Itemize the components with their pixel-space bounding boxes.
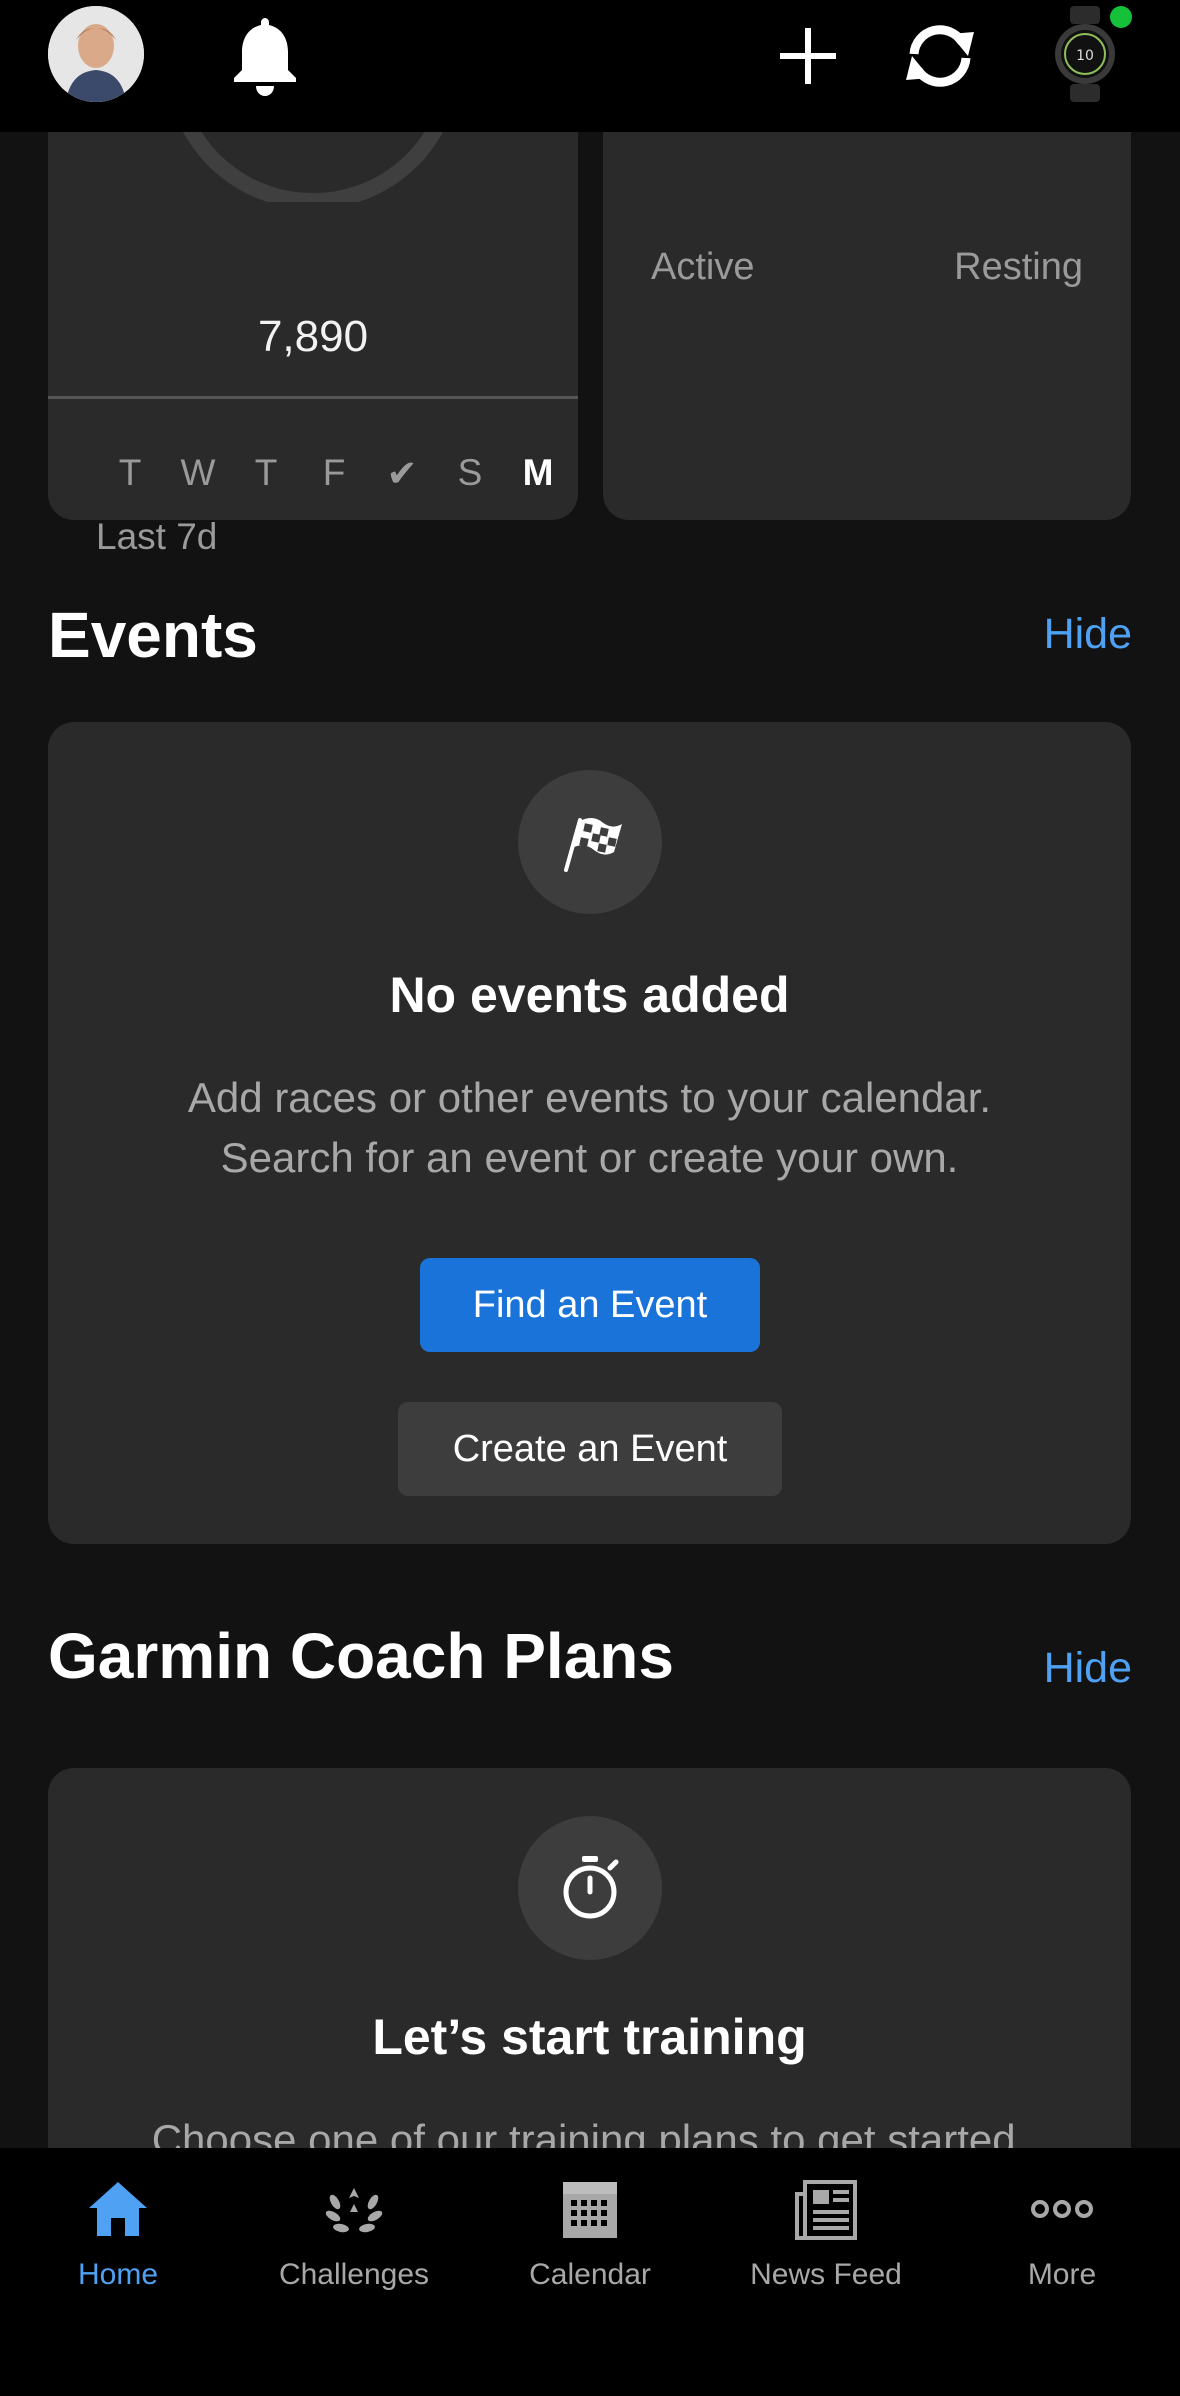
watch-icon[interactable]: 10 [1050, 6, 1120, 102]
events-empty-description: Add races or other events to your calend… [48, 1068, 1131, 1188]
nav-label: Challenges [278, 2258, 430, 2291]
nav-label: More [1027, 2258, 1097, 2291]
find-event-button[interactable]: Find an Event [420, 1258, 760, 1352]
top-bar: 10 [0, 0, 1180, 132]
events-section-title: Events [48, 599, 258, 671]
nav-calendar[interactable]: Calendar [472, 2174, 708, 2292]
nav-label: Home [77, 2258, 159, 2291]
description-line: Add races or other events to your calend… [187, 1074, 992, 1121]
coach-section-title: Garmin Coach Plans [48, 1620, 674, 1692]
weekday-label: T [254, 452, 278, 493]
resting-label: Resting [954, 246, 1083, 288]
calendar-icon [563, 2182, 617, 2238]
avatar[interactable] [48, 6, 144, 102]
nav-label: News Feed [750, 2258, 902, 2291]
range-label: Last 7d [96, 516, 218, 557]
laurel-icon [325, 2188, 383, 2233]
weekday-row: T W T F ✔ S M [96, 452, 572, 495]
nav-news-feed[interactable]: News Feed [708, 2174, 944, 2292]
svg-text:10: 10 [1076, 48, 1094, 64]
nav-challenges[interactable]: Challenges [236, 2174, 472, 2292]
events-hide-link[interactable]: Hide [1044, 610, 1132, 659]
stopwatch-icon [518, 1816, 662, 1960]
weekday-label: S [457, 452, 483, 493]
description-line: Search for an event or create your own. [220, 1134, 959, 1181]
bottom-navigation: Home Challenges Calendar News Feed More [0, 2148, 1180, 2396]
events-card: No events added Add races or other event… [48, 722, 1131, 1544]
nav-label: Calendar [529, 2258, 651, 2291]
coach-heading: Let’s start training [372, 2009, 807, 2065]
steps-value: 7,890 [257, 312, 369, 361]
newspaper-icon [795, 2180, 857, 2240]
bell-icon[interactable] [230, 14, 300, 96]
sync-icon[interactable] [900, 20, 980, 92]
more-icon [1031, 2200, 1093, 2218]
weekday-label: F [322, 452, 346, 493]
home-icon [89, 2182, 147, 2236]
goal-met-check-icon: ✔ [386, 453, 418, 494]
watch-connected-indicator [1110, 6, 1132, 28]
checkered-flag-icon [518, 770, 662, 914]
weekday-label: T [118, 452, 142, 493]
create-event-button[interactable]: Create an Event [398, 1402, 782, 1496]
weekday-label-today: M [522, 452, 554, 493]
steps-card[interactable]: 7,890 T W T F ✔ S M Last 7d [48, 90, 578, 557]
plus-icon[interactable] [778, 26, 838, 86]
nav-home[interactable]: Home [0, 2174, 236, 2292]
divider [48, 396, 578, 399]
coach-hide-link[interactable]: Hide [1044, 1644, 1132, 1693]
events-empty-heading: No events added [389, 967, 790, 1023]
weekday-label: W [180, 452, 216, 493]
nav-more[interactable]: More [944, 2174, 1180, 2292]
calories-card[interactable]: Active Resting [603, 90, 1131, 520]
active-label: Active [651, 246, 755, 288]
